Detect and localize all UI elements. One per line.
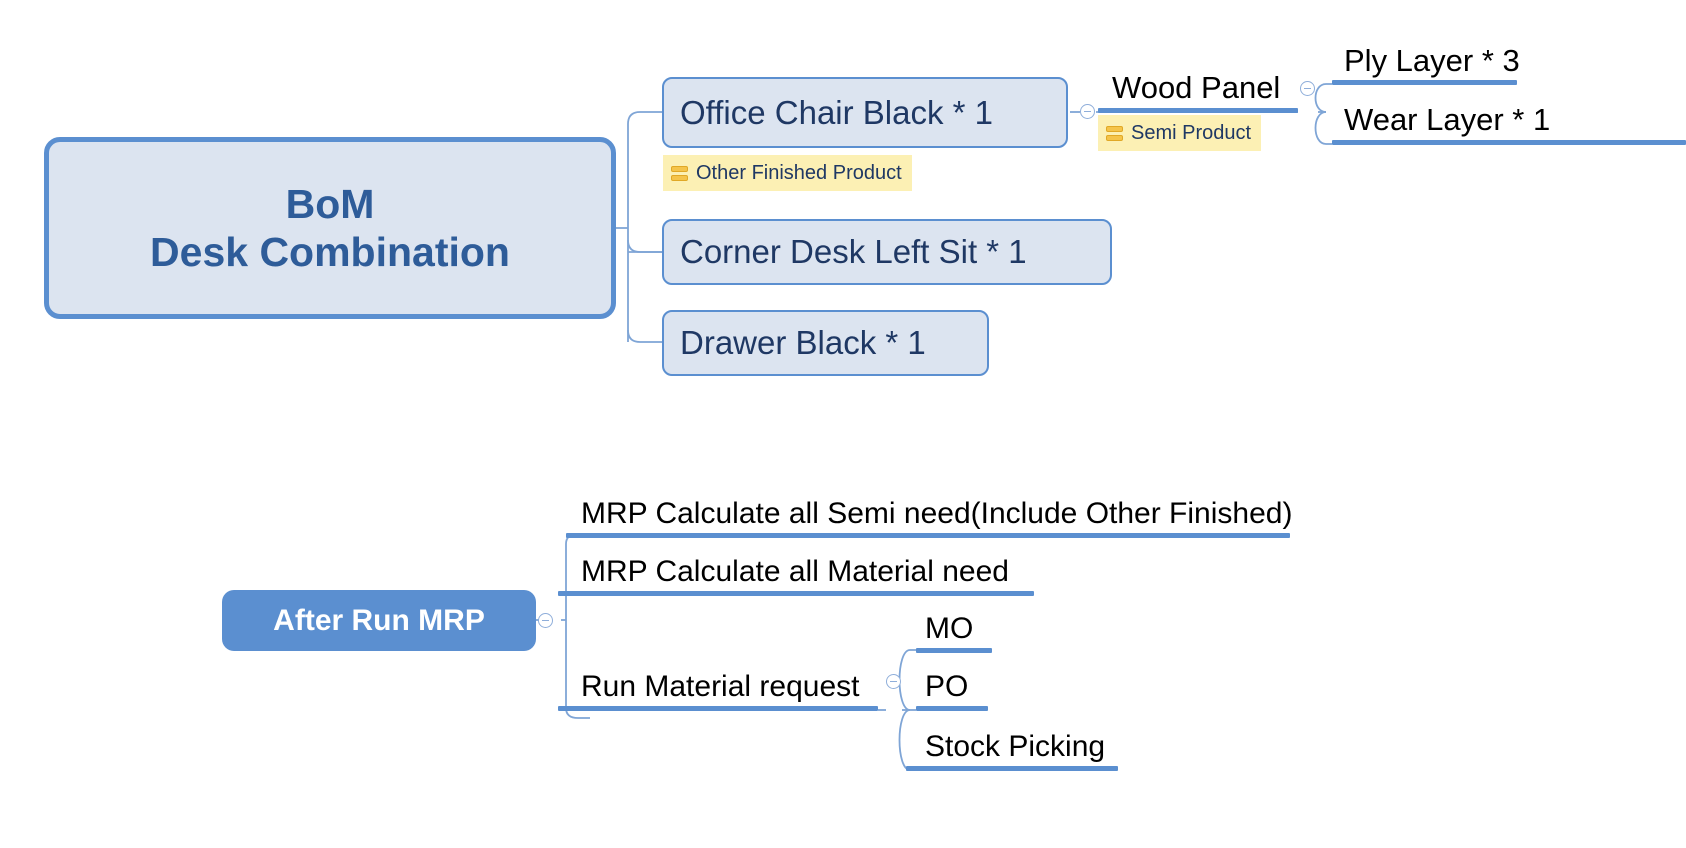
node-office-chair-black[interactable]: Office Chair Black * 1 — [662, 77, 1068, 148]
node-label: PO — [925, 670, 969, 703]
node-underline-run-material-request — [558, 706, 878, 711]
collapse-minus-icon-after-run-mrp[interactable] — [538, 613, 553, 628]
node-mrp-material-need[interactable]: MRP Calculate all Material need — [581, 547, 1009, 591]
node-label: Run Material request — [581, 670, 860, 703]
node-underline-wood-panel — [1098, 108, 1298, 113]
node-underline-mrp-semi-need — [566, 533, 1290, 538]
node-label: MRP Calculate all Material need — [581, 555, 1009, 588]
node-label: Stock Picking — [925, 730, 1106, 763]
node-drawer-black[interactable]: Drawer Black * 1 — [662, 310, 989, 376]
root-node-after-run-mrp[interactable]: After Run MRP — [222, 590, 536, 651]
node-underline-po — [916, 706, 988, 711]
mindmap-canvas: BoM Desk Combination Office Chair Black … — [0, 0, 1686, 848]
node-label: Drawer Black * 1 — [680, 324, 926, 361]
node-label: Wear Layer * 1 — [1344, 102, 1551, 137]
tag-lines-icon — [1106, 125, 1123, 141]
node-label: Ply Layer * 3 — [1344, 43, 1520, 78]
node-wood-panel[interactable]: Wood Panel — [1112, 64, 1280, 108]
node-label: Wood Panel — [1112, 70, 1281, 105]
node-wear-layer[interactable]: Wear Layer * 1 — [1344, 96, 1550, 140]
node-ply-layer[interactable]: Ply Layer * 3 — [1344, 37, 1520, 81]
node-stock-picking[interactable]: Stock Picking — [925, 722, 1105, 766]
node-underline-mo — [916, 648, 992, 653]
note-label: Other Finished Product — [696, 161, 902, 184]
node-mo[interactable]: MO — [925, 604, 973, 648]
note-label: Semi Product — [1131, 121, 1252, 144]
node-underline-wear-layer — [1332, 140, 1686, 145]
node-corner-desk-left-sit[interactable]: Corner Desk Left Sit * 1 — [662, 219, 1112, 285]
node-underline-stock-picking — [906, 766, 1118, 771]
root-node-bom[interactable]: BoM Desk Combination — [44, 137, 616, 319]
node-underline-mrp-material-need — [558, 591, 1034, 596]
node-mrp-semi-need[interactable]: MRP Calculate all Semi need(Include Othe… — [581, 489, 1292, 533]
root-title-line1: BoM — [285, 180, 375, 227]
node-label: Office Chair Black * 1 — [680, 93, 994, 131]
node-label: Corner Desk Left Sit * 1 — [680, 233, 1027, 270]
collapse-minus-icon-run-material-request[interactable] — [886, 674, 901, 689]
node-po[interactable]: PO — [925, 662, 968, 706]
node-underline-ply-layer — [1332, 80, 1517, 85]
node-label: MO — [925, 612, 974, 645]
root-title-line2: Desk Combination — [150, 229, 510, 275]
root-title: After Run MRP — [273, 603, 485, 637]
note-semi-product[interactable]: Semi Product — [1098, 115, 1262, 151]
collapse-minus-icon-office-chair[interactable] — [1080, 104, 1095, 119]
tag-lines-icon — [671, 165, 688, 181]
note-other-finished-product[interactable]: Other Finished Product — [663, 155, 912, 191]
node-run-material-request[interactable]: Run Material request — [581, 662, 859, 706]
node-label: MRP Calculate all Semi need(Include Othe… — [581, 497, 1293, 530]
collapse-minus-icon-wood-panel[interactable] — [1300, 81, 1315, 96]
